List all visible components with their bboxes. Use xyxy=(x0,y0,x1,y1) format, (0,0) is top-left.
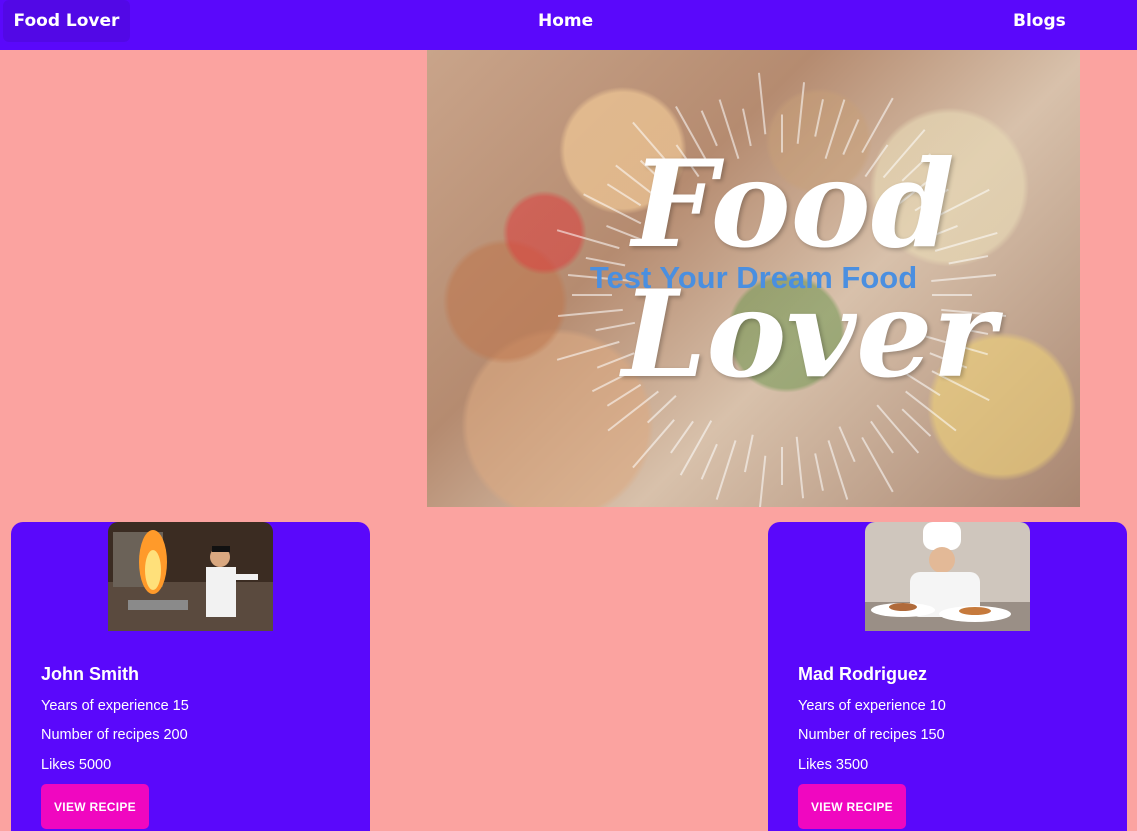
view-recipe-button[interactable]: VIEW RECIPE xyxy=(798,784,906,829)
chef-recipes: Number of recipes 150 xyxy=(798,727,945,743)
chef-experience: Years of experience 10 xyxy=(798,698,946,714)
chef-likes: Likes 5000 xyxy=(41,757,112,773)
chef-photo xyxy=(865,522,1030,631)
nav-home-link[interactable]: Home xyxy=(538,0,593,42)
hero-logo-word-1: Food xyxy=(632,134,955,275)
brand-logo[interactable]: Food Lover xyxy=(3,0,130,42)
hero-banner: Food Lover Test Your Dream Food xyxy=(427,50,1080,507)
chef-likes: Likes 3500 xyxy=(798,757,869,773)
chef-experience: Years of experience 15 xyxy=(41,698,189,714)
chef-photo xyxy=(108,522,273,631)
hero-tagline: Test Your Dream Food xyxy=(589,260,918,295)
chef-name: John Smith xyxy=(41,664,139,684)
chef-recipes: Number of recipes 200 xyxy=(41,727,188,743)
view-recipe-button[interactable]: VIEW RECIPE xyxy=(41,784,149,829)
chef-card: John Smith Years of experience 15 Number… xyxy=(11,522,370,831)
navbar: Food Lover Home Blogs xyxy=(0,0,1137,50)
chef-name: Mad Rodriguez xyxy=(798,664,927,684)
nav-blogs-link[interactable]: Blogs xyxy=(1013,0,1066,42)
chef-card: Mad Rodriguez Years of experience 10 Num… xyxy=(768,522,1127,831)
